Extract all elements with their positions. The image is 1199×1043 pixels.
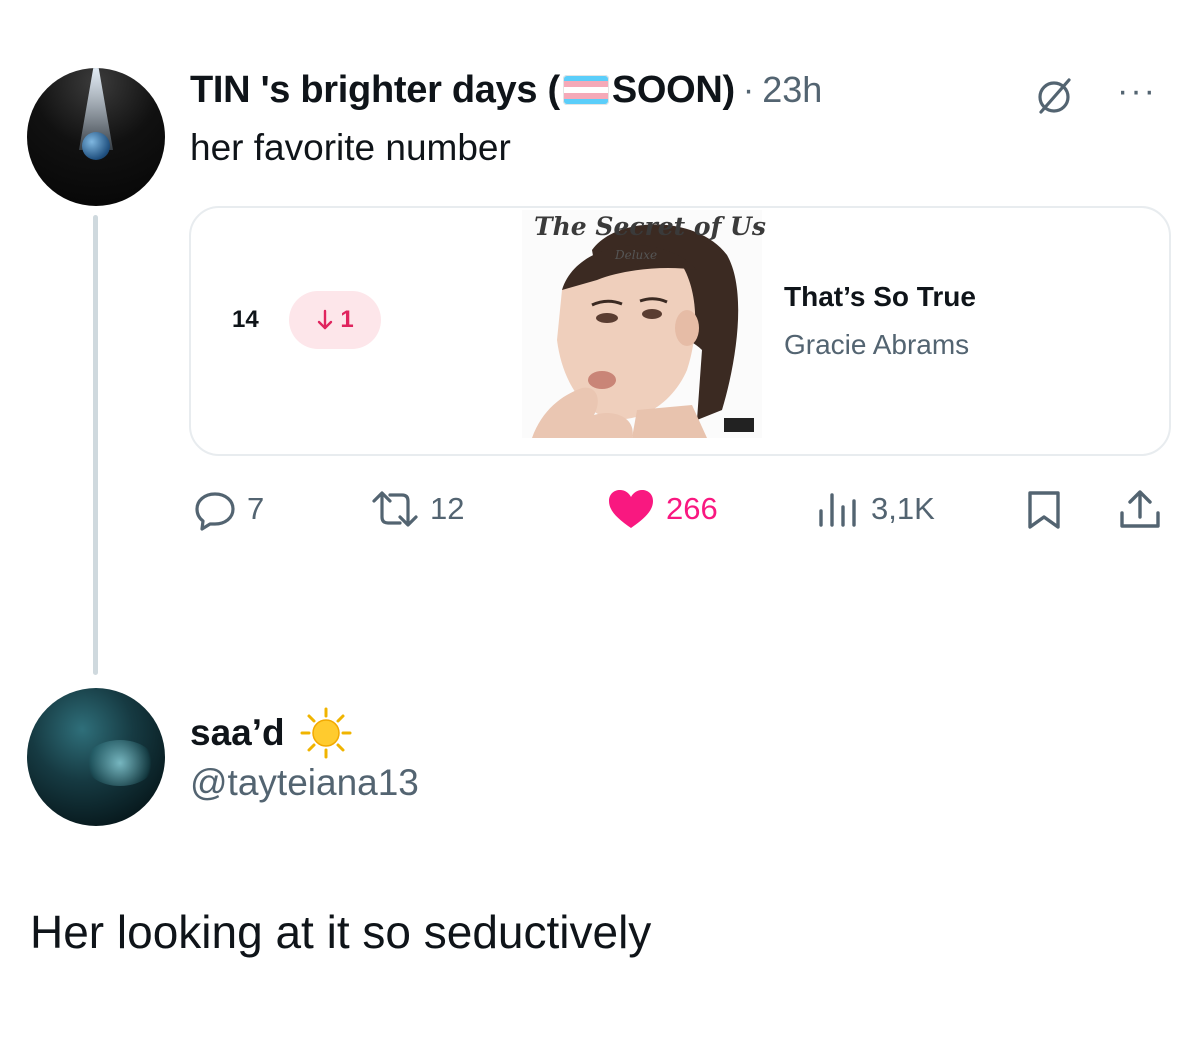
transgender-flag-icon [562,75,609,105]
album-edition: Deluxe [615,248,658,262]
share-button[interactable] [1117,487,1163,536]
tweet-text: her favorite number [190,127,511,168]
author-display-name-suffix[interactable]: SOON) [612,69,735,112]
reply-author-handle[interactable]: @tayteiana13 [190,762,419,804]
grok-icon[interactable] [1032,74,1076,123]
song-artist: Gracie Abrams [784,329,970,360]
reply-button[interactable]: 7 [193,487,264,531]
song-title: That’s So True [784,281,976,312]
reply-count: 7 [247,491,265,526]
author-avatar[interactable] [27,68,165,206]
bookmark-button[interactable] [1026,489,1062,536]
like-count: 266 [666,491,718,526]
share-icon [1120,490,1160,528]
rank-change-badge: 1 [289,291,381,349]
sun-icon [300,707,352,759]
reply-icon [195,492,235,531]
view-count: 3,1K [871,491,935,526]
reply-author-avatar[interactable] [27,688,165,826]
avatar-glimmer [85,740,155,786]
heart-icon [609,490,653,528]
thread-line [93,215,98,675]
arrow-down-icon [318,309,333,330]
views-button[interactable]: 3,1K [815,487,935,531]
album-title: The Secret of Us [534,212,766,241]
more-options-icon[interactable]: ··· [1117,72,1157,111]
retweet-button[interactable]: 12 [370,487,464,531]
reply-author-display-name[interactable]: saa’d [190,712,285,754]
separator-dot: · [742,70,755,109]
reply-text: Her looking at it so seductively [30,906,652,958]
like-button[interactable]: 266 [606,487,718,531]
album-cover [522,210,762,438]
chart-rank: 14 [232,306,259,333]
reply-header: saa’d [190,706,353,760]
bookmark-icon [1028,491,1060,529]
retweet-icon [372,491,418,527]
tweet-timestamp[interactable]: 23h [762,69,822,111]
retweet-count: 12 [430,491,465,526]
rank-change-value: 1 [340,306,354,333]
author-display-name[interactable]: TIN 's brighter days ( [190,69,560,112]
tweet-header: TIN 's brighter days ( SOON) · 23h [190,64,822,116]
globe-icon [82,132,110,160]
analytics-icon [819,493,856,527]
